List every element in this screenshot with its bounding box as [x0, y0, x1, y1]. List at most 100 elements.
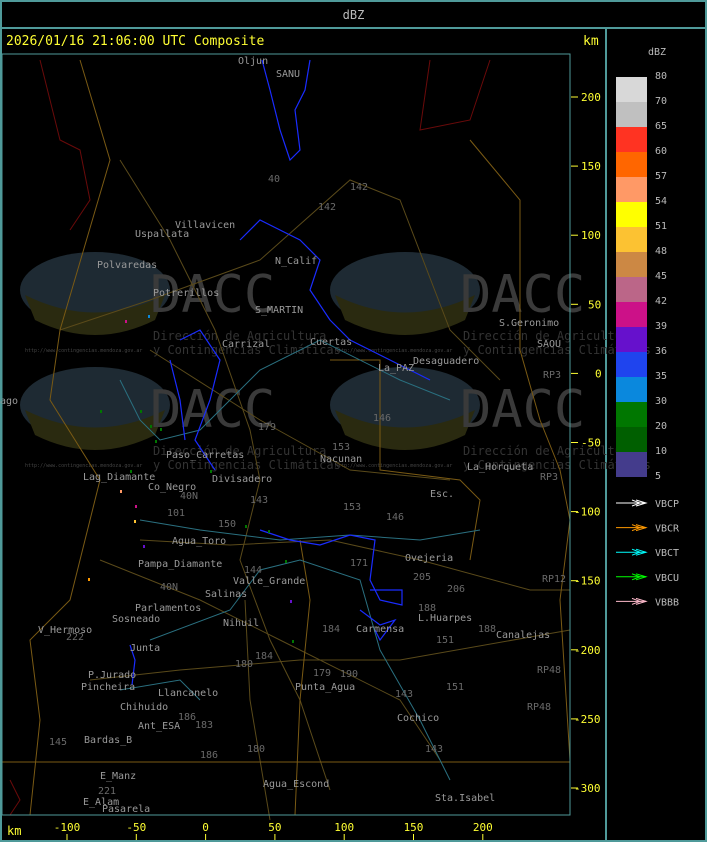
route-number: 151 — [436, 635, 454, 646]
x-tick-label: 50 — [268, 821, 281, 834]
route-number: 143 — [395, 689, 413, 700]
place-label: Villavicen — [175, 220, 235, 231]
place-label: Desaguadero — [413, 356, 479, 367]
route-number: 222 — [66, 632, 84, 643]
place-label: Agua_Escond — [263, 779, 329, 790]
route-number: 153 — [332, 442, 350, 453]
y-tick-label: -100 — [574, 506, 601, 519]
y-tick-label: 200 — [581, 91, 601, 104]
route-number: 151 — [446, 682, 464, 693]
color-swatch — [616, 427, 647, 452]
route-number: 221 — [98, 786, 116, 797]
place-label: La_Horqueta — [467, 462, 533, 473]
x-tick-label: 200 — [473, 821, 493, 834]
route-number: 40 — [268, 174, 280, 185]
place-label: Bardas_B — [84, 735, 132, 746]
route-number: 142 — [318, 202, 336, 213]
echo-cell — [290, 600, 292, 603]
color-swatch — [616, 302, 647, 327]
route-number: 153 — [343, 502, 361, 513]
place-label: N_Calif — [275, 256, 317, 267]
place-label: S.Geronimo — [499, 318, 559, 329]
route-number: 179 — [313, 668, 331, 679]
echo-cell — [120, 490, 122, 493]
color-swatch — [616, 177, 647, 202]
radar-label: VBCT — [655, 548, 679, 559]
place-label: Carmensa — [356, 624, 404, 635]
place-label: Agua_Toro — [172, 536, 226, 547]
route-number: 184 — [322, 624, 340, 635]
radar-label: VBCP — [655, 499, 679, 510]
place-label: SAOU — [537, 339, 561, 350]
place-label: Ant_ESA — [138, 721, 180, 732]
y-tick-label: -300 — [574, 782, 601, 795]
place-label: Parlamentos — [135, 603, 201, 614]
svg-text:http://www.contingencias.mendo: http://www.contingencias.mendoza.gov.ar — [25, 348, 142, 354]
color-swatch — [616, 227, 647, 252]
place-label: Salinas — [205, 589, 247, 600]
legend-title: dBZ — [648, 47, 667, 58]
place-label: Nacunan — [320, 454, 362, 465]
place-label: Junta — [130, 643, 160, 654]
route-number: 146 — [373, 413, 391, 424]
color-swatch — [616, 452, 647, 477]
place-label: Ovejeria — [405, 553, 453, 564]
route-number: 206 — [447, 584, 465, 595]
route-number: 180 — [235, 659, 253, 670]
route-number: 179 — [258, 422, 276, 433]
route-number: 183 — [195, 720, 213, 731]
echo-cell — [143, 545, 145, 548]
y-tick-label: -250 — [574, 713, 601, 726]
route-number: 143 — [425, 744, 443, 755]
place-label: Paso_Carretas — [166, 450, 244, 461]
watermark-logo-text: DACC — [460, 265, 585, 325]
place-label: Lag_Diamante — [83, 472, 155, 483]
route-number: 188 — [478, 624, 496, 635]
radar-label: VBCU — [655, 573, 679, 584]
scale-label: 30 — [655, 396, 668, 407]
y-tick-label: -150 — [574, 575, 601, 588]
echo-cell — [88, 578, 90, 581]
route-number: RP3 — [540, 472, 558, 483]
place-label: Pampa_Diamante — [138, 559, 222, 570]
route-number: 143 — [250, 495, 268, 506]
route-number: RP3 — [543, 370, 561, 381]
echo-cell — [268, 530, 270, 533]
y-axis: 200 150 100 50 0 -50 -100 -150 -200 -250 -300 — [571, 91, 602, 795]
color-swatch — [616, 352, 647, 377]
place-label: Canalejas — [496, 630, 550, 641]
x-axis: -100 -50 0 50 100 150 200 — [54, 821, 493, 840]
echo-cell — [155, 440, 157, 443]
radar-legend: VBCP VBCR VBCT VBCU VBBB — [616, 499, 680, 608]
route-number: 186 — [200, 750, 218, 761]
echo-cell — [100, 410, 102, 413]
color-swatch — [616, 102, 647, 127]
place-label: Pasarela — [102, 804, 150, 815]
scale-label: 45 — [655, 271, 668, 282]
echo-cell — [210, 470, 212, 473]
echo-cell — [245, 525, 247, 528]
y-tick-label: 150 — [581, 160, 601, 173]
place-label: Polvaredas — [97, 260, 157, 271]
route-number: 188 — [418, 603, 436, 614]
place-label: SANU — [276, 69, 300, 80]
y-tick-label: -200 — [574, 644, 601, 657]
echo-cell — [285, 560, 287, 563]
radar-map[interactable]: DACCDirección de Agriculturay Contingenc… — [0, 0, 707, 842]
place-label: Chihuido — [120, 702, 168, 713]
place-label: P.Jurado — [88, 670, 136, 681]
place-label: L.Huarpes — [418, 613, 472, 624]
x-tick-label: -50 — [126, 821, 146, 834]
route-number: 180 — [247, 744, 265, 755]
color-swatch — [616, 402, 647, 427]
route-number: 150 — [218, 519, 236, 530]
route-number: 40N — [160, 582, 178, 593]
route-number: 146 — [386, 512, 404, 523]
place-label: Punta_Agua — [295, 682, 355, 693]
route-number: 205 — [413, 572, 431, 583]
place-label: Oljun — [238, 56, 268, 67]
scale-label: 57 — [655, 171, 668, 182]
place-label: Llancanelo — [158, 688, 218, 699]
scale-label: 51 — [655, 221, 668, 232]
echo-cell — [160, 428, 162, 431]
